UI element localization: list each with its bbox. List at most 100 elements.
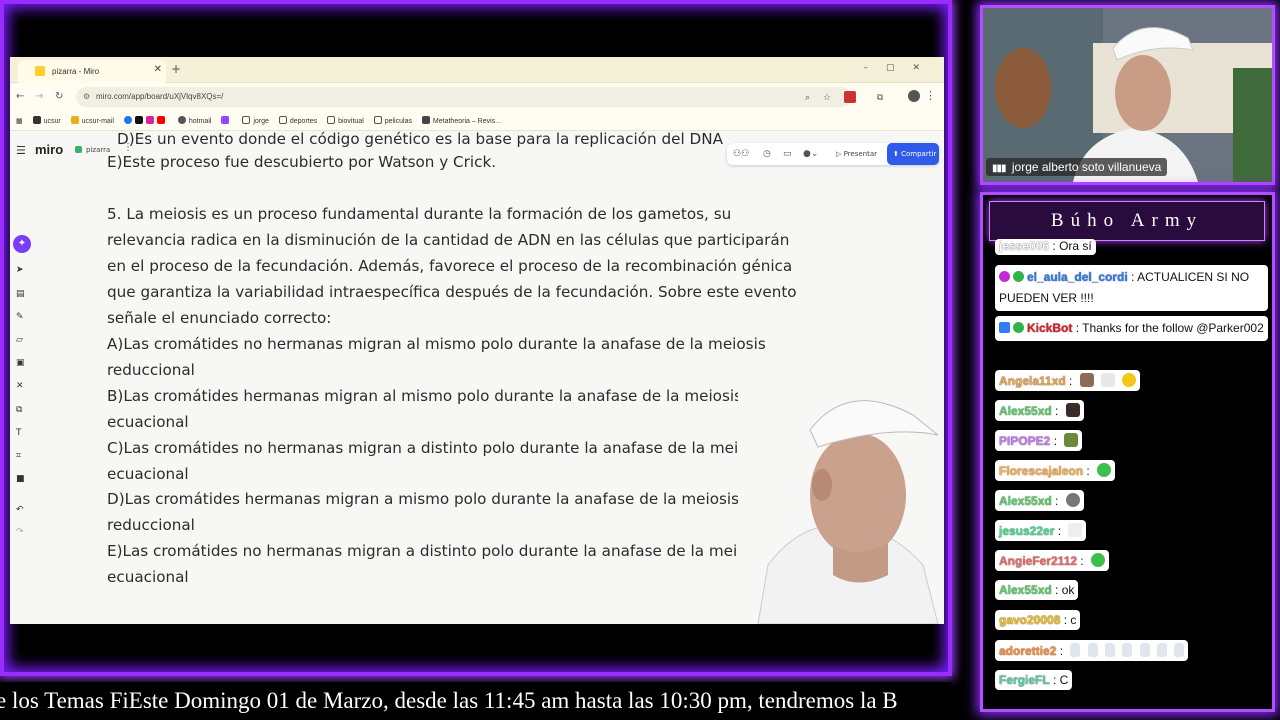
sticky-note-icon[interactable]: ▱ [16, 335, 23, 345]
folder-icon [278, 116, 287, 124]
collaborators-icon[interactable]: ●⌄ [803, 149, 818, 159]
emote-icon [1157, 643, 1168, 657]
collab-toolbar: ⚇⚇ ◷ ▭ ●⌄ ▷ Presentar ⬆ Compartir [727, 143, 939, 165]
option-e: E)Las cromátides no hermanas migran a di… [107, 542, 767, 560]
emote-icon [1091, 553, 1106, 567]
tab-title: pizarra - Miro [52, 67, 100, 76]
browser-menu-icon[interactable]: ⋮ [925, 89, 936, 102]
emote-icon [1079, 373, 1094, 387]
bookmark-ucsur[interactable]: ucsur [32, 116, 61, 125]
present-button[interactable]: ▷ Presentar [836, 150, 877, 158]
zoom-icon[interactable]: ⌕ [805, 93, 810, 103]
emote-icon [1139, 643, 1150, 657]
emote-icon [1105, 643, 1116, 657]
bookmark-icon [70, 116, 79, 124]
emote-icon [1065, 493, 1080, 507]
undo-icon[interactable]: ↶ [16, 505, 24, 515]
bookmark-social[interactable] [123, 116, 168, 125]
option-c-cont: ecuacional [107, 465, 189, 483]
question-text-line: que garantiza la variabilidad intraespec… [107, 283, 797, 301]
chat-message: AngieFer2112 : [995, 550, 1110, 571]
site-info-icon[interactable]: ⚙ [83, 92, 90, 101]
bookmark-metatheoria[interactable]: Metatheoria – Revis... [421, 116, 501, 125]
option-a-cont: reduccional [107, 361, 195, 379]
timer-icon[interactable]: ◷ [763, 149, 771, 159]
emote-icon [1065, 403, 1080, 417]
bookmark-peliculas[interactable]: peliculas [373, 116, 412, 125]
address-bar: ← → ↻ ⚙ miro.com/app/board/uXjVlqv8XQs=/… [10, 83, 944, 111]
chat-message: Alex55xd : ok [995, 580, 1079, 600]
bookmark-star-icon[interactable]: ☆ [823, 93, 831, 103]
miro-favicon-icon [35, 66, 45, 76]
bookmark-icon [32, 116, 41, 124]
option-d: D)Las cromátides hermanas migran a mismo… [107, 490, 740, 508]
bookmark-deportes[interactable]: deportes [278, 116, 317, 125]
reload-icon[interactable]: ↻ [55, 91, 63, 102]
close-tab-icon[interactable]: ✕ [154, 64, 162, 75]
miro-toolbar: ☰ miro pizarra ⋮ ⚇⚇ ◷ ▭ ●⌄ ▷ Presentar ⬆… [10, 131, 944, 169]
chat-message: KickBot : Thanks for the follow @Parker0… [995, 316, 1268, 341]
globe-icon [177, 116, 186, 124]
miro-logo[interactable]: miro [35, 142, 63, 157]
more-options-icon[interactable]: ⋮ [123, 142, 133, 153]
browser-tab[interactable]: pizarra - Miro ✕ [18, 60, 166, 83]
profile-avatar[interactable] [908, 90, 920, 102]
question-text-line: en el proceso de la fecundación. Además,… [107, 257, 793, 275]
extension-puzzle-icon[interactable]: ⧉ [877, 93, 883, 103]
hamburger-menu-icon[interactable]: ☰ [16, 144, 26, 157]
mod-badge-icon [999, 271, 1010, 282]
tab-bar: pizarra - Miro ✕ + –▢✕ [10, 57, 944, 83]
board-name[interactable]: pizarra [75, 146, 110, 154]
bookmark-hotmail[interactable]: hotmail [177, 116, 211, 125]
pen-icon[interactable]: ✎ [16, 312, 24, 322]
share-button[interactable]: ⬆ Compartir [887, 143, 939, 165]
window-controls[interactable]: –▢✕ [863, 63, 938, 73]
chat-message: jesus22er : [995, 520, 1087, 541]
option-b-cont: ecuacional [107, 413, 189, 431]
folder-icon [242, 116, 251, 124]
redo-icon[interactable]: ↷ [16, 527, 24, 537]
bookmark-jorge[interactable]: jorge [242, 116, 269, 125]
extension-badge-icon[interactable] [843, 91, 856, 103]
connector-icon[interactable]: ⧉ [16, 405, 22, 415]
frame-icon[interactable]: ⌗ [16, 451, 21, 461]
extension-icons: ⌕ ☆ ⧉ [805, 91, 893, 103]
apps-grid-icon[interactable]: ▦ [16, 117, 23, 125]
bookmark-ucsur-mail[interactable]: ucsur-mail [70, 116, 114, 125]
text-icon[interactable]: T [16, 428, 22, 438]
tiktok-icon [134, 116, 143, 124]
verified-badge-icon [1013, 322, 1024, 333]
question-5-text: 5. La meiosis es un proceso fundamental … [107, 205, 732, 223]
new-tab-button[interactable]: + [171, 62, 181, 76]
ticker-text: e los Temas FiEste Domingo 01 de Marzo, … [0, 688, 898, 713]
forward-arrow-icon[interactable]: → [35, 91, 43, 102]
chat-message: Alex55xd : [995, 400, 1084, 421]
add-more-icon[interactable]: ■ [16, 474, 25, 484]
verified-badge-icon [1013, 271, 1024, 282]
back-arrow-icon[interactable]: ← [16, 91, 24, 102]
video-icon[interactable]: ▭ [783, 149, 792, 159]
bot-badge-icon [999, 322, 1010, 333]
select-cursor-icon[interactable]: ➤ [16, 265, 24, 275]
url-field[interactable]: ⚙ miro.com/app/board/uXjVlqv8XQs=/ [76, 87, 851, 107]
bookmarks-bar: ▦ ucsur ucsur-mail hotmail jorge deporte… [10, 111, 944, 131]
bookmark-twitch[interactable] [221, 116, 232, 125]
browser-window: pizarra - Miro ✕ + –▢✕ ← → ↻ ⚙ miro.com/… [10, 57, 944, 624]
chat-message: el_aula_del_cordi : ACTUALICEN SI NO PUE… [995, 265, 1268, 311]
reactions-icon[interactable]: ⚇⚇ [733, 149, 749, 159]
bottom-ticker: e los Temas FiEste Domingo 01 de Marzo, … [0, 682, 952, 720]
chat-title: Búho Army [989, 201, 1265, 241]
ai-sparkle-icon[interactable]: ✦ [13, 235, 31, 253]
chat-message: PIPOPE2 : [995, 430, 1083, 451]
signal-bars-icon: ▮▮▮ [992, 163, 1006, 174]
shapes-icon[interactable]: ✕ [16, 381, 24, 391]
instagram-icon [145, 116, 154, 124]
facebook-icon [123, 116, 132, 124]
chat-message: Florescajaleon : [995, 460, 1116, 481]
folder-icon [327, 116, 336, 124]
doc-icon[interactable]: ▣ [16, 358, 25, 368]
folder-icon [373, 116, 382, 124]
emote-icon [1122, 643, 1133, 657]
bookmark-biovitual[interactable]: biovitual [327, 116, 364, 125]
templates-icon[interactable]: ▤ [16, 289, 25, 299]
